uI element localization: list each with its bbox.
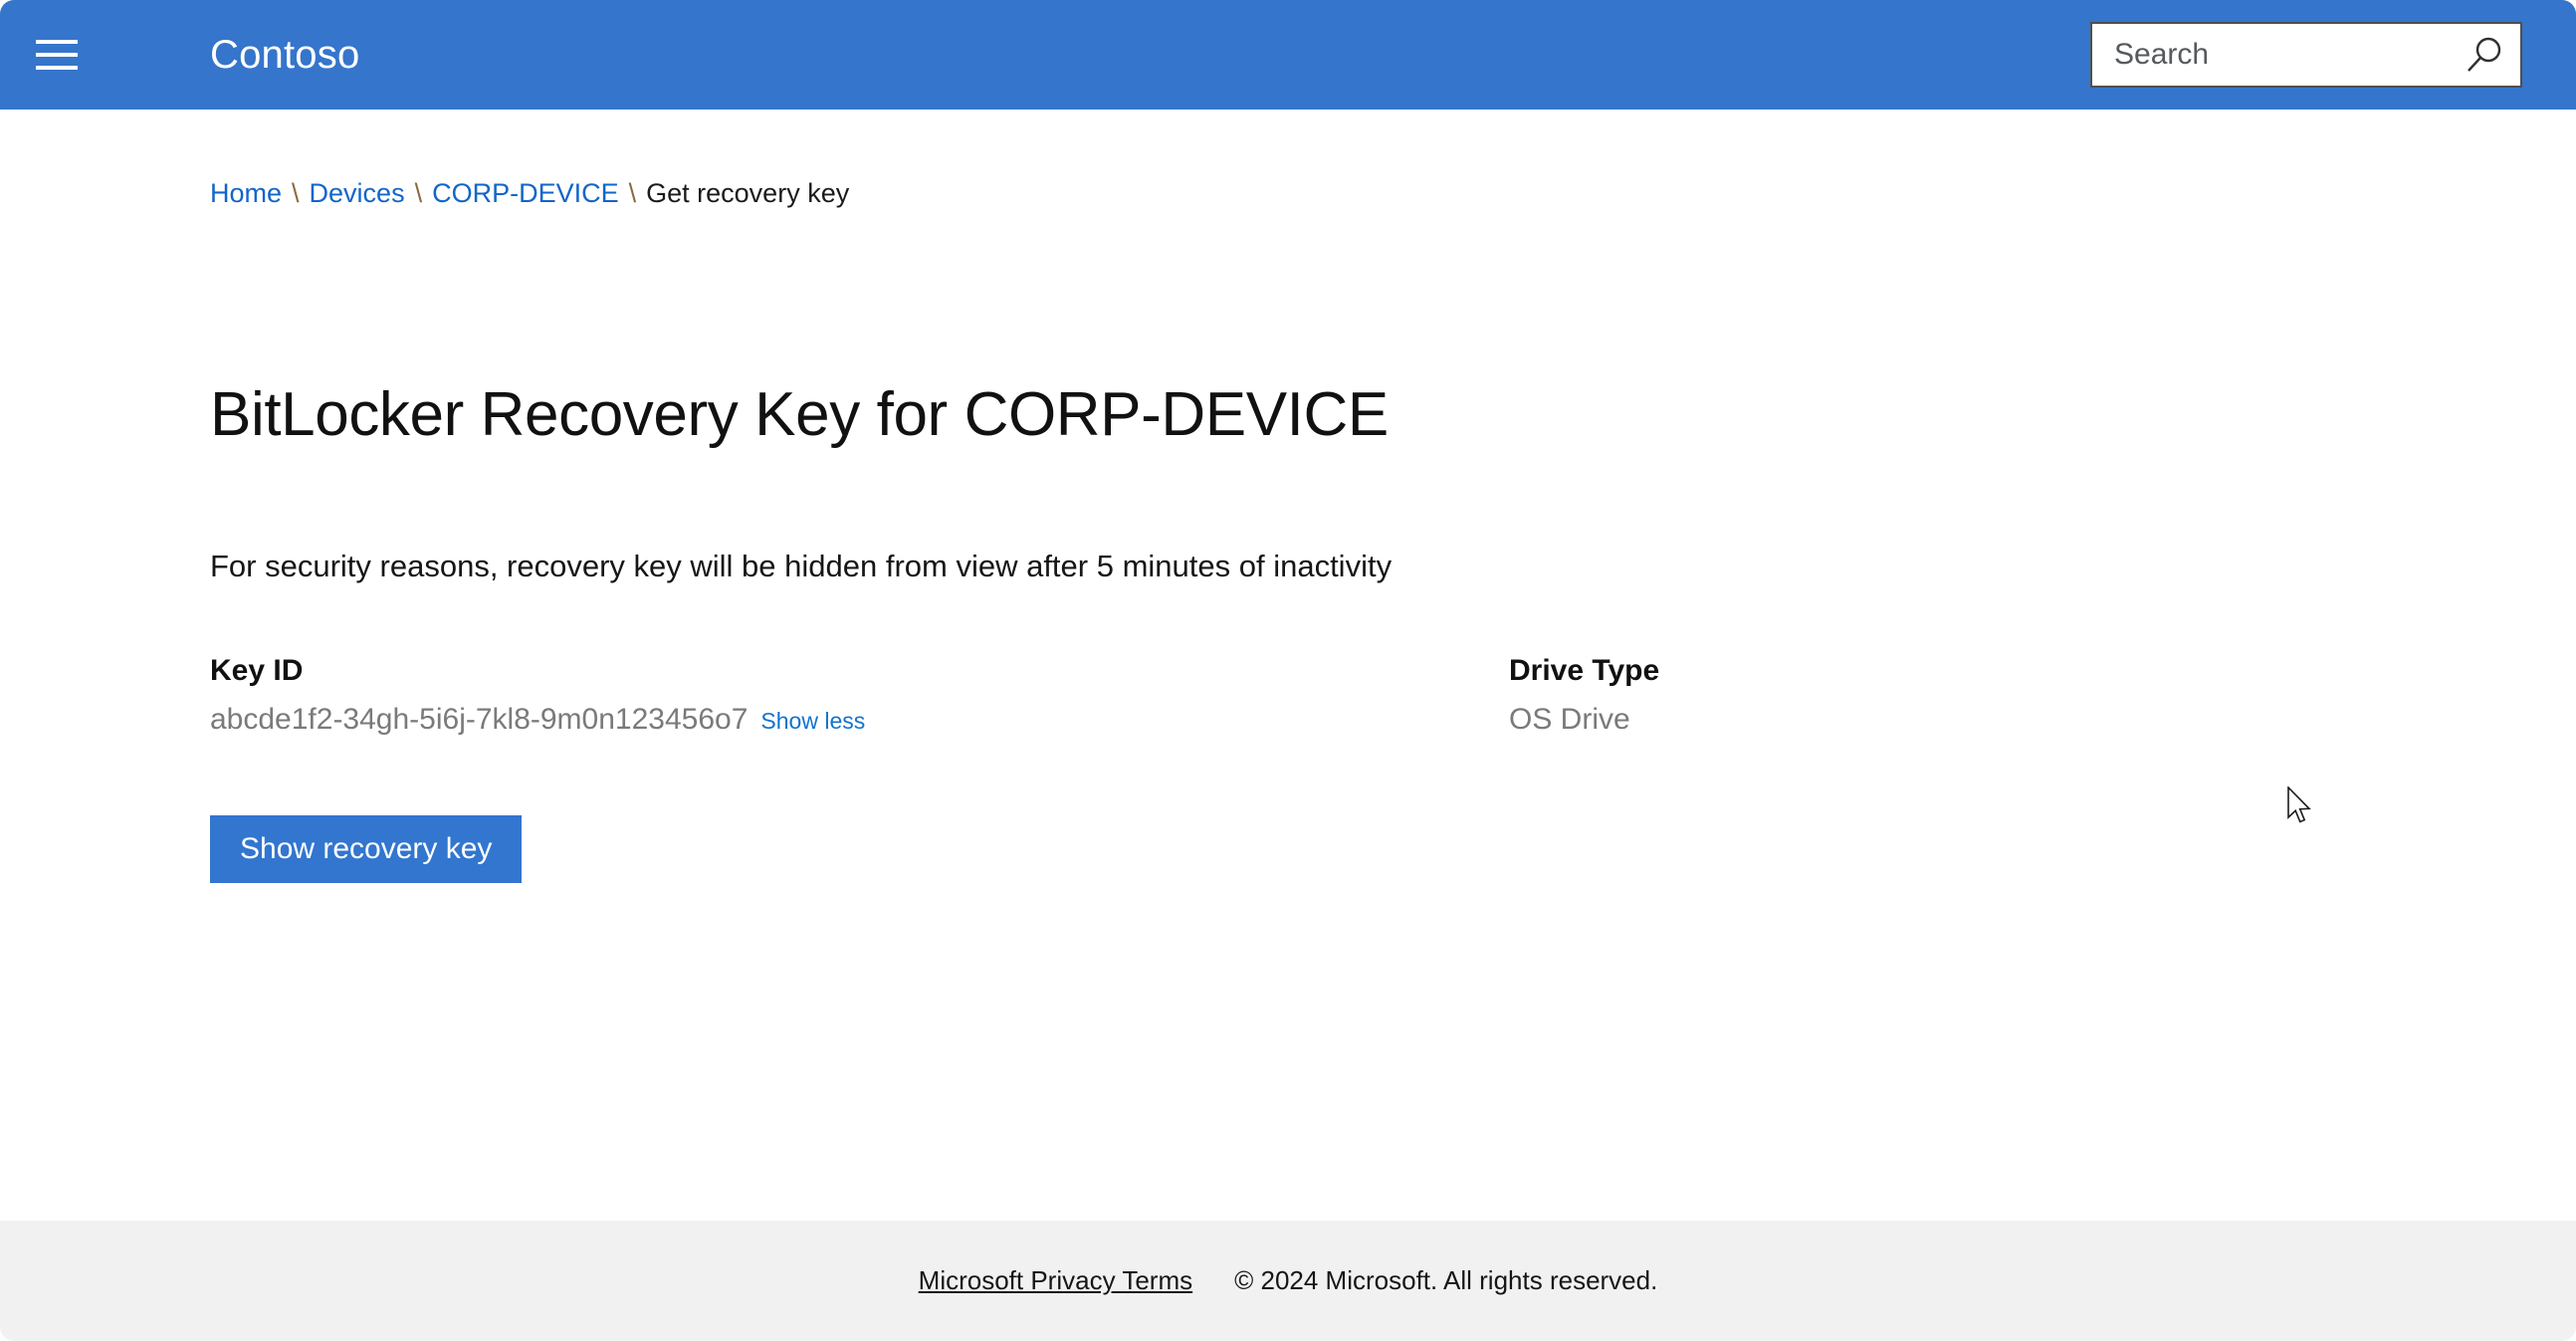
privacy-terms-link[interactable]: Microsoft Privacy Terms — [919, 1265, 1192, 1296]
search-box[interactable] — [2090, 22, 2522, 88]
hamburger-bar-2 — [36, 53, 78, 57]
hamburger-bar-3 — [36, 66, 78, 70]
field-drive-type: Drive Type OS Drive — [1509, 652, 1659, 745]
field-label-drive-type: Drive Type — [1509, 654, 1660, 687]
breadcrumb-separator-2: \ — [414, 178, 423, 208]
field-value-row-key-id: abcde1f2-34gh-5i6j-7kl8-9m0n123456o7 Show… — [210, 700, 865, 745]
page-footer: Microsoft Privacy Terms © 2024 Microsoft… — [0, 1221, 2576, 1341]
field-value-row-drive-type: OS Drive — [1509, 700, 1659, 745]
field-key-id: Key ID abcde1f2-34gh-5i6j-7kl8-9m0n12345… — [210, 652, 865, 745]
show-less-link[interactable]: Show less — [760, 708, 865, 734]
brand-title[interactable]: Contoso — [210, 28, 359, 82]
copyright-text: © 2024 Microsoft. All rights reserved. — [1234, 1265, 1658, 1295]
breadcrumb-item-corp-device[interactable]: CORP-DEVICE — [432, 178, 619, 208]
hamburger-menu-icon[interactable] — [36, 38, 78, 72]
show-recovery-key-button[interactable]: Show recovery key — [210, 815, 523, 883]
breadcrumb: Home \ Devices \ CORP-DEVICE \ Get recovery ke… — [210, 177, 849, 209]
page-subtitle: For security reasons, recovery key will … — [210, 549, 1393, 583]
field-label-key-id: Key ID — [210, 654, 304, 687]
field-value-key-id: abcde1f2-34gh-5i6j-7kl8-9m0n123456o7 — [210, 703, 749, 736]
mouse-pointer-icon — [2286, 785, 2316, 830]
page-title: BitLocker Recovery Key for CORP-DEVICE — [210, 379, 1389, 449]
breadcrumb-separator-1: \ — [292, 178, 300, 208]
field-value-drive-type: OS Drive — [1509, 703, 1630, 736]
breadcrumb-item-home[interactable]: Home — [210, 178, 282, 208]
search-input[interactable] — [2092, 24, 2463, 86]
page-root: Contoso Home \ Devices \ CORP-DEVICE \ Get rec… — [0, 0, 2576, 1341]
app-header: Contoso — [0, 0, 2576, 110]
hamburger-bar-1 — [36, 40, 78, 44]
breadcrumb-item-current: Get recovery key — [646, 178, 850, 208]
breadcrumb-separator-3: \ — [628, 178, 637, 208]
breadcrumb-item-devices[interactable]: Devices — [310, 178, 405, 208]
footer-content: Microsoft Privacy Terms © 2024 Microsoft… — [0, 1221, 2576, 1341]
search-icon[interactable] — [2463, 32, 2510, 78]
